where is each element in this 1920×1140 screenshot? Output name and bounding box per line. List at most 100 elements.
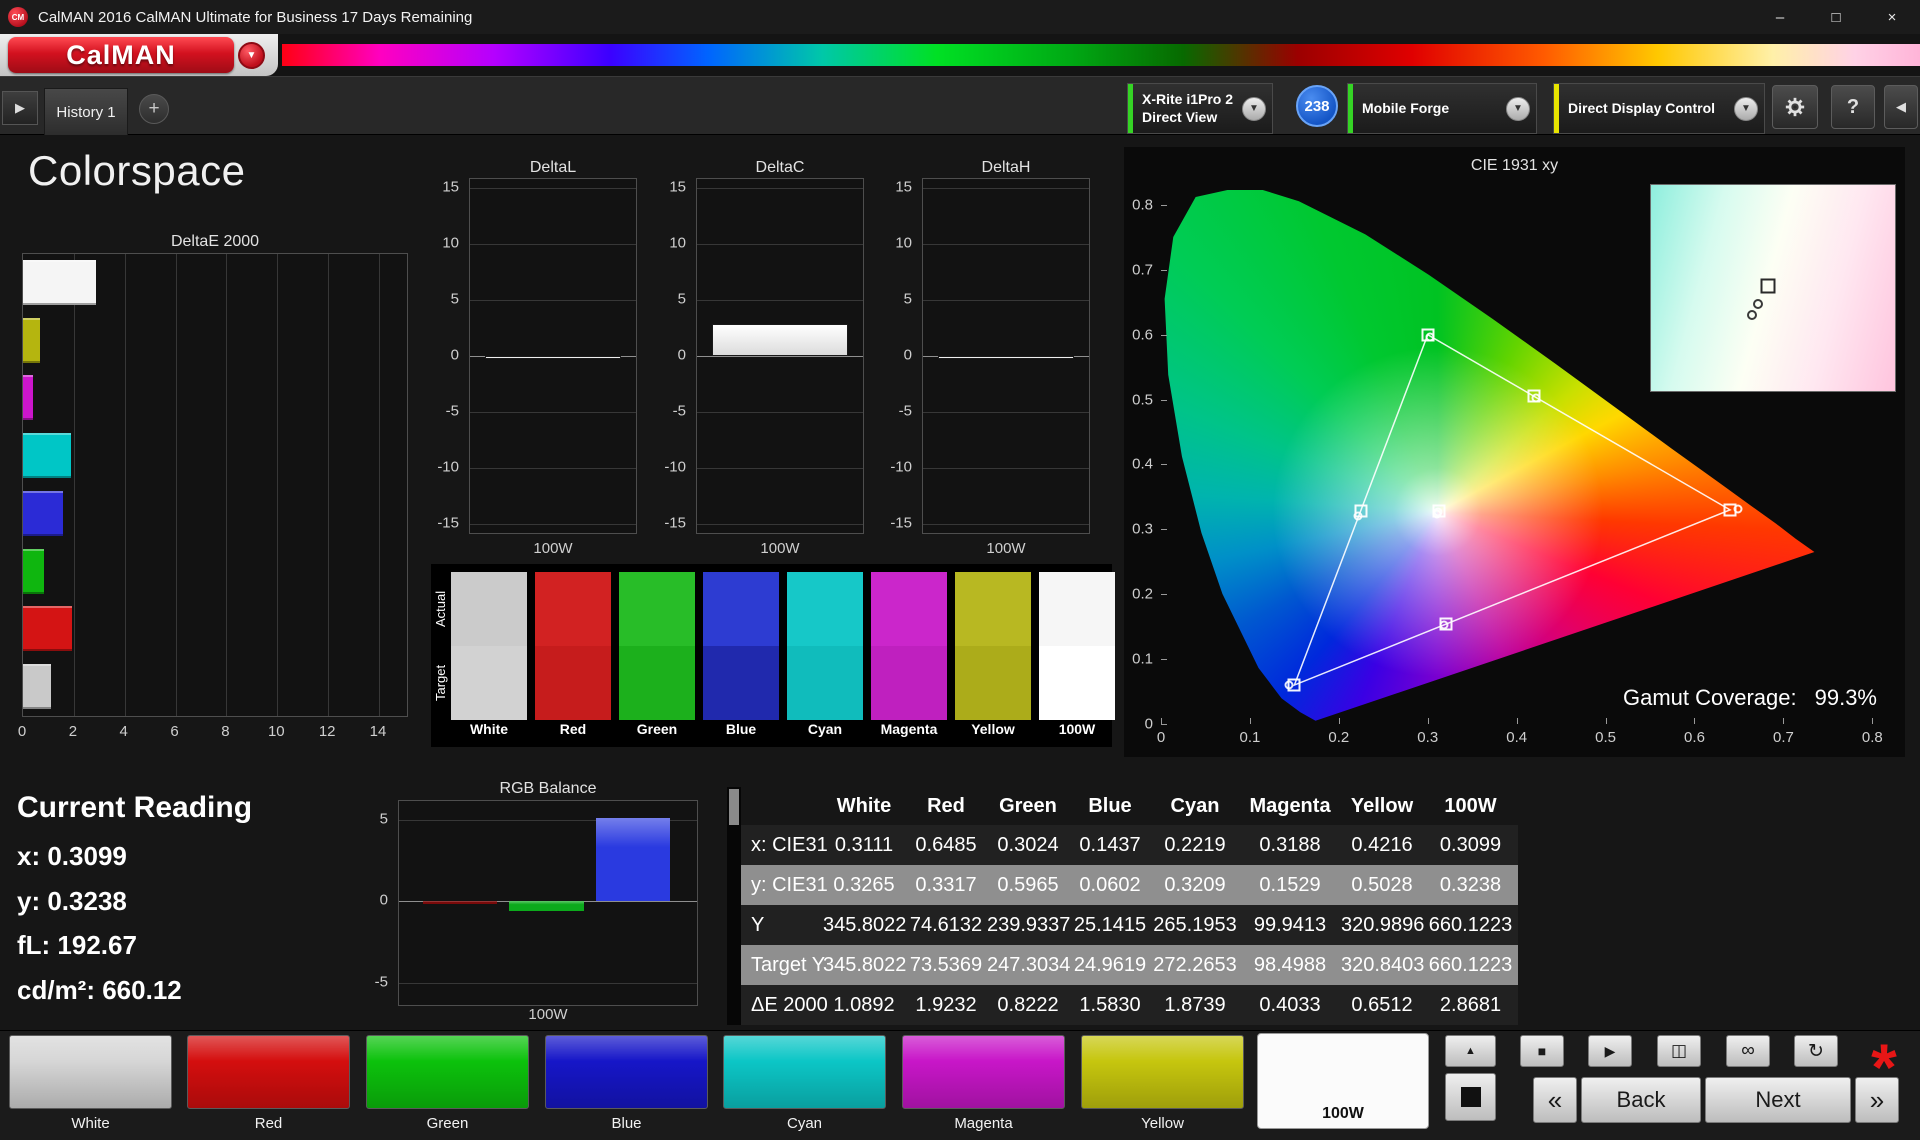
- table-scrollbar[interactable]: [727, 787, 741, 1025]
- pattern-button-label: 100W: [1322, 1105, 1364, 1122]
- swatch-label: Magenta: [880, 721, 938, 737]
- pattern-button-100w[interactable]: 100W: [1257, 1033, 1429, 1129]
- deltac-chart: [696, 178, 864, 534]
- swatch-label: Blue: [725, 721, 757, 737]
- pattern-button-white[interactable]: [9, 1035, 172, 1109]
- pattern-button-red[interactable]: [187, 1035, 350, 1109]
- bar-red: [422, 901, 498, 905]
- calman-menu-button[interactable]: ▼: [238, 42, 265, 69]
- bar-white: [23, 664, 51, 710]
- continuous-measure-button[interactable]: ∞: [1726, 1035, 1770, 1067]
- infinity-icon: ∞: [1741, 1040, 1755, 1061]
- settings-button[interactable]: [1772, 85, 1818, 129]
- swatch-target: [703, 646, 779, 720]
- close-button[interactable]: ×: [1864, 0, 1920, 34]
- tick-label: -5: [374, 973, 388, 991]
- measurement-count-badge[interactable]: 238: [1296, 85, 1338, 127]
- current-reading-title: Current Reading: [17, 791, 253, 824]
- collapse-panel-button[interactable]: ◀: [1884, 85, 1918, 129]
- maximize-button[interactable]: □: [1808, 0, 1864, 34]
- current-reading-fl: fL: 192.67: [17, 930, 137, 960]
- add-tab-button[interactable]: +: [139, 94, 169, 124]
- chevron-down-icon: ▼: [246, 50, 257, 61]
- swatch-actual: [451, 572, 527, 646]
- tick-mark: [1161, 464, 1167, 466]
- help-button[interactable]: ?: [1831, 85, 1875, 129]
- tick-label: -5: [672, 402, 686, 420]
- scrollbar-thumb[interactable]: [729, 789, 739, 825]
- table-cell: 0.3188: [1259, 833, 1321, 856]
- table-cell: 265.1953: [1153, 913, 1237, 936]
- meter-name: X-Rite i1Pro 2: [1142, 91, 1234, 107]
- gamut-coverage-label: Gamut Coverage:: [1622, 685, 1797, 710]
- tick-label: 0.6: [1132, 326, 1153, 344]
- swatch-blue: [703, 572, 779, 720]
- table-row: y: CIE31 0.3265 0.3317 0.5965 0.0602 0.3209 0.…: [741, 865, 1518, 905]
- column-header: Magenta: [1249, 794, 1331, 817]
- display-control-dropdown[interactable]: Direct Display Control ▼: [1553, 83, 1765, 134]
- table-cell: 98.4988: [1253, 953, 1327, 976]
- refresh-icon: ↻: [1808, 1040, 1824, 1062]
- table-cell: 0.3317: [915, 873, 977, 896]
- tick-label: -5: [898, 402, 912, 420]
- swatch-actual: [1039, 572, 1115, 646]
- chevron-down-icon: ▼: [1506, 96, 1530, 121]
- pattern-button-magenta[interactable]: [902, 1035, 1065, 1109]
- tick-mark: [1161, 269, 1167, 271]
- pattern-button-blue[interactable]: [545, 1035, 708, 1109]
- table-cell: 345.8022: [823, 913, 907, 936]
- window-controls: – □ ×: [1752, 0, 1920, 34]
- pattern-button-cyan[interactable]: [723, 1035, 886, 1109]
- expand-panel-button[interactable]: ▶: [2, 91, 38, 125]
- stop-button[interactable]: ■: [1520, 1035, 1564, 1067]
- pattern-button-yellow[interactable]: [1081, 1035, 1244, 1109]
- next-button[interactable]: Next: [1705, 1077, 1851, 1123]
- expand-controls-button[interactable]: ▲: [1445, 1035, 1496, 1067]
- bar-100w: [23, 259, 96, 305]
- pattern-button-green[interactable]: [366, 1035, 529, 1109]
- swatch-actual: [871, 572, 947, 646]
- table-row: x: CIE31 0.3111 0.6485 0.3024 0.1437 0.2219 0.…: [741, 825, 1518, 865]
- minimize-button[interactable]: –: [1752, 0, 1808, 34]
- tick-label: 0: [1144, 715, 1153, 733]
- alert-asterisk-icon[interactable]: *: [1856, 1029, 1912, 1083]
- swatch-target: [955, 646, 1031, 720]
- back-button[interactable]: Back: [1581, 1077, 1701, 1123]
- table-cell: 239.9337: [987, 913, 1071, 936]
- table-cell: 0.1529: [1259, 873, 1321, 896]
- question-icon: ?: [1846, 95, 1860, 118]
- grid-line: [697, 243, 863, 245]
- table-row: Y 345.8022 74.6132 239.9337 25.1415 265.1953 9…: [741, 905, 1518, 945]
- single-measure-button[interactable]: ◫: [1657, 1035, 1701, 1067]
- measured-marker-blue: [1284, 680, 1294, 690]
- grid-line: [923, 524, 1089, 526]
- tab-history-1[interactable]: History 1: [44, 88, 128, 135]
- tick-mark: [1249, 718, 1251, 724]
- tick-label: -10: [890, 458, 912, 476]
- table-header-row: White Red Green Blue Cyan Magenta Yellow 100W: [741, 787, 1518, 825]
- play-button[interactable]: ▶: [1588, 1035, 1632, 1067]
- toolbar: ▶ History 1 + X-Rite i1Pro 2 Direct View…: [0, 76, 1920, 135]
- table-cell: 0.3238: [1439, 873, 1502, 896]
- back-arrows-button[interactable]: «: [1533, 1077, 1577, 1123]
- bar-100w: [937, 356, 1075, 359]
- tick-label: 15: [669, 178, 686, 196]
- window-title: CalMAN 2016 CalMAN Ultimate for Business…: [38, 8, 473, 26]
- bar-magenta: [23, 375, 34, 421]
- current-reading-x: x: 0.3099: [17, 841, 127, 871]
- pattern-button-label: Yellow: [1141, 1115, 1184, 1132]
- swatch-white: [451, 572, 527, 720]
- source-dropdown[interactable]: Mobile Forge ▼: [1347, 83, 1537, 134]
- deltac-y-axis: 15 10 5 0 -5 -10 -15: [652, 178, 692, 534]
- bar-blue: [595, 818, 671, 902]
- table-cell: 0.1437: [1079, 833, 1141, 856]
- refresh-button[interactable]: ↻: [1794, 1035, 1838, 1067]
- stop-measure-button[interactable]: [1445, 1073, 1496, 1121]
- grid-line: [175, 254, 177, 716]
- calman-logo[interactable]: CalMAN: [8, 37, 234, 73]
- meter-dropdown[interactable]: X-Rite i1Pro 2 Direct View ▼: [1127, 83, 1273, 134]
- tick-label: 0.8: [1861, 729, 1883, 746]
- forward-arrows-button[interactable]: »: [1855, 1077, 1899, 1123]
- tick-label: 10: [267, 723, 285, 740]
- measured-marker-magenta: [1439, 620, 1449, 630]
